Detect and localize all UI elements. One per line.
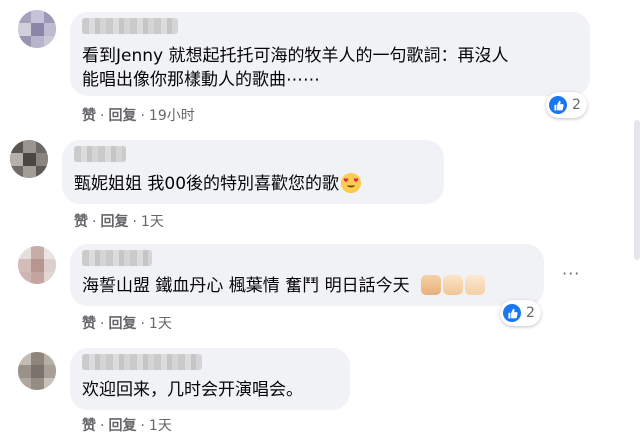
comment-actions: 赞 · 回复 · 1天 <box>74 214 164 230</box>
comment-actions: 赞 · 回复 · 1天 <box>82 316 172 332</box>
thumbs-up-emoji <box>465 275 486 295</box>
heart-eyes-emoji <box>341 173 362 193</box>
avatar[interactable] <box>10 140 48 178</box>
timestamp[interactable]: 1天 <box>149 418 172 434</box>
comment-text-line-1: 看到Jenny 就想起托托可海的牧羊人的一句歌詞：再沒人 <box>82 46 509 66</box>
author-name-blurred[interactable] <box>82 18 178 34</box>
comment-text-line-1: 甄妮姐姐 我00後的特別喜歡您的歌 <box>74 172 362 196</box>
author-name-blurred[interactable] <box>82 250 152 266</box>
reaction-summary[interactable]: 2 <box>500 300 541 326</box>
comment-actions: 赞 · 回复 · 1天 <box>82 418 172 434</box>
timestamp[interactable]: 19小时 <box>149 108 195 124</box>
avatar[interactable] <box>18 246 56 284</box>
like-icon <box>503 304 521 322</box>
reply-button[interactable]: 回复 <box>108 316 136 332</box>
comment-text-line-1: 欢迎回来，几时会开演唱会。 <box>82 380 303 400</box>
muscle-emoji <box>443 275 464 295</box>
comment-text: 海誓山盟 鐵血丹心 楓葉情 奮鬥 明日話今天 <box>82 276 410 296</box>
scrollbar[interactable] <box>634 120 640 260</box>
like-button[interactable]: 赞 <box>82 108 96 124</box>
comment-text: 甄妮姐姐 我00後的特別喜歡您的歌 <box>74 174 340 194</box>
author-name-blurred[interactable] <box>82 354 202 370</box>
fist-emoji <box>421 275 442 295</box>
comment-bubble: 海誓山盟 鐵血丹心 楓葉情 奮鬥 明日話今天 <box>70 244 544 306</box>
more-options-icon[interactable]: ··· <box>562 264 580 283</box>
like-button[interactable]: 赞 <box>82 418 96 434</box>
reaction-summary[interactable]: 2 <box>546 92 587 118</box>
avatar[interactable] <box>18 352 56 390</box>
reaction-count: 2 <box>572 97 581 113</box>
reply-button[interactable]: 回复 <box>100 214 128 230</box>
comment-bubble: 欢迎回来，几时会开演唱会。 <box>70 348 350 410</box>
comment-bubble: 看到Jenny 就想起托托可海的牧羊人的一句歌詞：再沒人 能唱出像你那樣動人的歌… <box>70 12 590 96</box>
comment-text-line-1: 海誓山盟 鐵血丹心 楓葉情 奮鬥 明日話今天 <box>82 274 486 298</box>
reply-button[interactable]: 回复 <box>108 418 136 434</box>
like-button[interactable]: 赞 <box>74 214 88 230</box>
timestamp[interactable]: 1天 <box>149 316 172 332</box>
comment-text-line-2: 能唱出像你那樣動人的歌曲⋯⋯ <box>82 70 320 90</box>
like-icon <box>549 96 567 114</box>
reply-button[interactable]: 回复 <box>108 108 136 124</box>
comment-actions: 赞 · 回复 · 19小时 <box>82 108 195 124</box>
timestamp[interactable]: 1天 <box>141 214 164 230</box>
avatar[interactable] <box>18 10 56 48</box>
comment-bubble: 甄妮姐姐 我00後的特別喜歡您的歌 <box>62 140 444 204</box>
author-name-blurred[interactable] <box>74 146 126 162</box>
reaction-count: 2 <box>526 305 535 321</box>
like-button[interactable]: 赞 <box>82 316 96 332</box>
